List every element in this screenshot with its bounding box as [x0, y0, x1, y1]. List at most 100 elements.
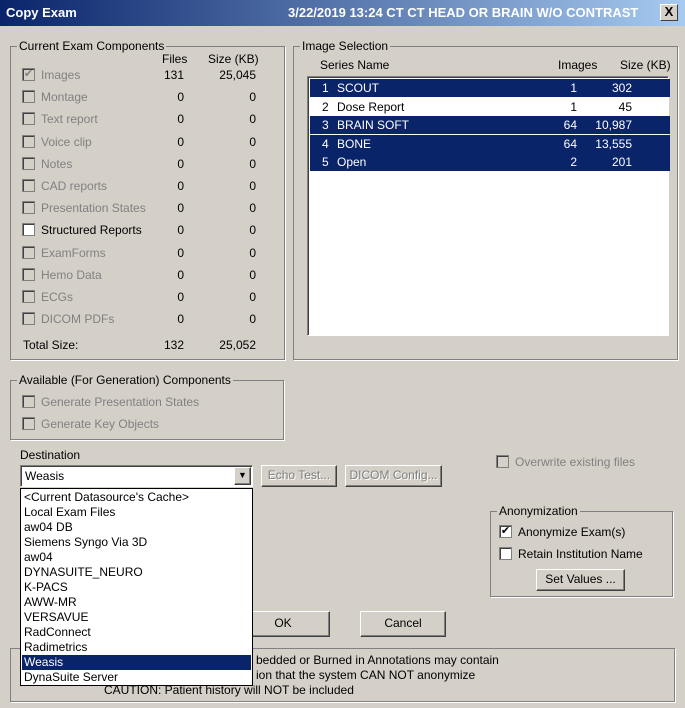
voice-clip-label: Voice clip	[41, 134, 92, 149]
series-list[interactable]: 1 SCOUT 1 302 2 Dose Report 1 45 3 BRAIN SOFT 64 10…	[307, 76, 670, 336]
series-size: 302	[611, 81, 632, 95]
destination-combo[interactable]: Weasis ▼	[20, 465, 253, 487]
anonymize-checkbox[interactable]: ✔	[499, 525, 512, 538]
notes-files: 0	[177, 156, 184, 171]
series-number: 5	[322, 155, 329, 169]
structured-reports-files: 0	[177, 223, 184, 238]
series-size-header: Size (KB)	[620, 58, 671, 72]
destination-option[interactable]: DynaSuite Server	[22, 670, 251, 685]
total-size: 25,052	[219, 338, 256, 352]
ecgs-checkbox[interactable]	[22, 290, 35, 303]
series-size: 13,555	[595, 136, 632, 151]
montage-label: Montage	[41, 90, 88, 105]
text-report-files: 0	[177, 112, 184, 127]
dicom-config-button[interactable]: DICOM Config...	[345, 465, 442, 487]
close-button[interactable]: X	[660, 4, 678, 21]
series-row[interactable]: 2 Dose Report 1 45	[310, 98, 670, 116]
structured-reports-label: Structured Reports	[41, 223, 142, 238]
ecgs-label: ECGs	[41, 290, 74, 304]
series-name: BONE	[337, 136, 372, 151]
caution-line-1: bedded or Burned in Annotations may cont…	[256, 653, 499, 667]
series-row[interactable]: 4 BONE 64 13,555	[310, 134, 670, 153]
dicom-pdfs-size: 0	[249, 312, 256, 327]
destination-option[interactable]: aw04 DB	[22, 520, 251, 535]
destination-option[interactable]: Local Exam Files	[22, 505, 251, 520]
series-name: SCOUT	[337, 81, 379, 95]
ecgs-files: 0	[177, 290, 184, 304]
available-components-group: Available (For Generation) Components	[10, 373, 284, 440]
retain-institution-checkbox[interactable]	[499, 547, 512, 560]
generate-key-objects-checkbox[interactable]	[22, 417, 35, 430]
cancel-button[interactable]: Cancel	[360, 611, 446, 637]
generate-presentation-states-checkbox[interactable]	[22, 395, 35, 408]
destination-option[interactable]: DYNASUITE_NEURO	[22, 565, 251, 580]
hemo-data-label: Hemo Data	[41, 267, 102, 282]
images-checkbox[interactable]: ✔	[22, 68, 35, 81]
exam-info: 3/22/2019 13:24 CT CT HEAD OR BRAIN W/O …	[288, 5, 639, 20]
destination-dropdown-list[interactable]: <Current Datasource's Cache> Local Exam F…	[20, 488, 253, 686]
cad-reports-files: 0	[177, 179, 184, 193]
image-selection-title: Image Selection	[300, 39, 391, 53]
checkmark-icon: ✔	[23, 68, 34, 80]
notes-label: Notes	[41, 156, 73, 171]
overwrite-label: Overwrite existing files	[515, 455, 636, 469]
series-size: 10,987	[595, 118, 632, 132]
destination-option[interactable]: K-PACS	[22, 580, 251, 595]
echo-test-button[interactable]: Echo Test...	[261, 465, 337, 487]
caution-line-2: ion that the system CAN NOT anonymize	[256, 668, 476, 682]
size-column-header: Size (KB)	[208, 52, 259, 66]
ecgs-size: 0	[249, 290, 256, 304]
structured-reports-checkbox[interactable]	[22, 223, 35, 237]
series-images: 1	[570, 99, 577, 114]
series-size: 45	[618, 99, 632, 114]
dicom-pdfs-label: DICOM PDFs	[41, 312, 115, 327]
series-name: BRAIN SOFT	[337, 118, 410, 132]
presentation-states-checkbox[interactable]	[22, 201, 35, 215]
notes-size: 0	[249, 156, 256, 171]
montage-checkbox[interactable]	[22, 90, 35, 104]
series-number: 1	[322, 81, 329, 95]
series-name-header: Series Name	[320, 58, 390, 72]
destination-option[interactable]: Radimetrics	[22, 640, 251, 655]
series-number: 4	[322, 136, 329, 151]
destination-option[interactable]: VERSAVUE	[22, 610, 251, 625]
series-row[interactable]: 5 Open 2 201	[310, 153, 670, 171]
series-images: 1	[570, 81, 577, 95]
destination-option[interactable]: Weasis	[22, 655, 251, 670]
available-components-title: Available (For Generation) Components	[17, 373, 233, 387]
voice-clip-checkbox[interactable]	[22, 134, 35, 148]
retain-institution-label: Retain Institution Name	[518, 547, 643, 561]
dicom-pdfs-checkbox[interactable]	[22, 312, 35, 326]
images-header: Images	[558, 58, 598, 72]
hemo-data-checkbox[interactable]	[22, 267, 35, 281]
set-values-button[interactable]: Set Values ...	[536, 569, 625, 591]
series-number: 3	[322, 118, 329, 132]
series-name: Dose Report	[337, 99, 405, 114]
destination-value: Weasis	[25, 469, 65, 483]
destination-option[interactable]: <Current Datasource's Cache>	[22, 490, 251, 505]
destination-option[interactable]: AWW-MR	[22, 595, 251, 610]
anonymize-label: Anonymize Exam(s)	[518, 525, 626, 539]
overwrite-checkbox[interactable]	[496, 455, 509, 468]
destination-option[interactable]: RadConnect	[22, 625, 251, 640]
series-row[interactable]: 3 BRAIN SOFT 64 10,987	[310, 116, 670, 134]
voice-clip-size: 0	[249, 134, 256, 149]
chevron-down-icon[interactable]: ▼	[234, 467, 251, 485]
examforms-checkbox[interactable]	[22, 245, 35, 259]
montage-files: 0	[177, 90, 184, 105]
destination-option[interactable]: aw04	[22, 550, 251, 565]
close-icon: X	[664, 4, 674, 19]
generate-presentation-states-label: Generate Presentation States	[41, 395, 200, 409]
cad-reports-checkbox[interactable]	[22, 179, 35, 192]
series-images: 2	[570, 155, 577, 169]
cad-reports-label: CAD reports	[41, 179, 108, 193]
generate-key-objects-label: Generate Key Objects	[41, 417, 160, 431]
series-row[interactable]: 1 SCOUT 1 302	[310, 79, 670, 97]
presentation-states-label: Presentation States	[41, 201, 146, 216]
destination-option[interactable]: Siemens Syngo Via 3D	[22, 535, 251, 550]
notes-checkbox[interactable]	[22, 156, 35, 170]
anonymization-title: Anonymization	[497, 504, 580, 518]
images-files: 131	[163, 68, 184, 82]
dicom-pdfs-files: 0	[177, 312, 184, 327]
text-report-checkbox[interactable]	[22, 112, 35, 126]
